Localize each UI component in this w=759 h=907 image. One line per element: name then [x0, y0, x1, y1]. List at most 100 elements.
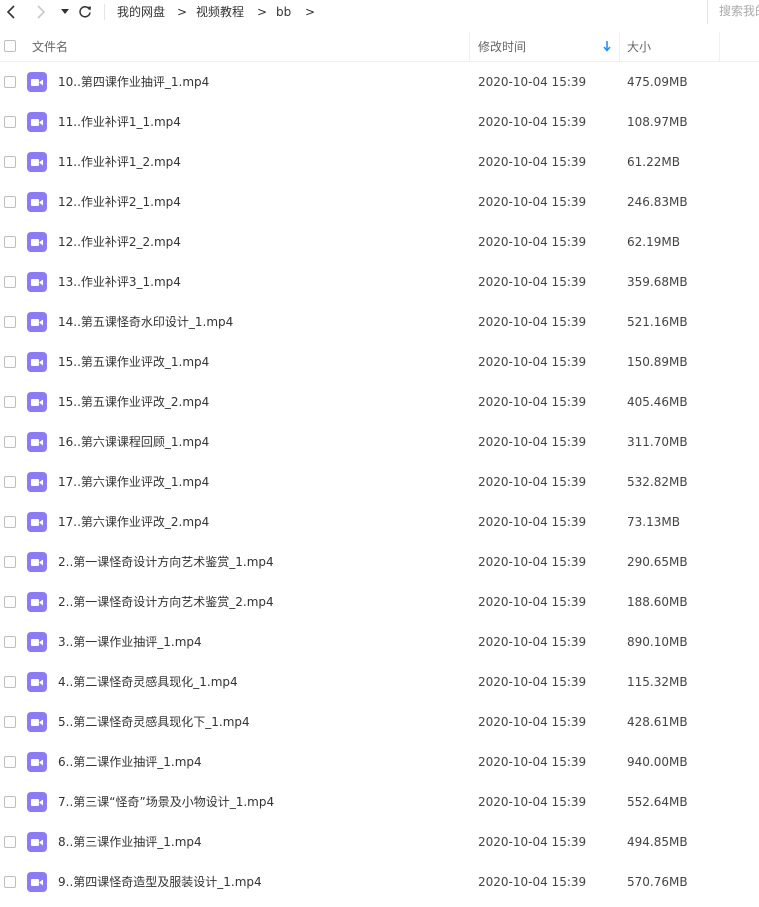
file-row[interactable]: 14..第五课怪奇水印设计_1.mp4 2020-10-04 15:39 521… [0, 302, 759, 342]
row-checkbox[interactable] [4, 396, 16, 408]
file-name[interactable]: 15..第五课作业评改_2.mp4 [58, 394, 209, 410]
row-checkbox[interactable] [4, 196, 16, 208]
file-modified-time: 2020-10-04 15:39 [478, 235, 587, 249]
file-row[interactable]: 9..第四课怪奇造型及服装设计_1.mp4 2020-10-04 15:39 5… [0, 862, 759, 902]
breadcrumb-separator: > [305, 5, 316, 19]
forward-button[interactable] [31, 2, 51, 22]
file-row[interactable]: 12..作业补评2_1.mp4 2020-10-04 15:39 246.83M… [0, 182, 759, 222]
breadcrumb-separator: > [257, 5, 268, 19]
file-modified-time: 2020-10-04 15:39 [478, 475, 587, 489]
file-name[interactable]: 10..第四课作业抽评_1.mp4 [58, 74, 209, 90]
file-name[interactable]: 12..作业补评2_2.mp4 [58, 234, 181, 250]
file-row[interactable]: 3..第一课作业抽评_1.mp4 2020-10-04 15:39 890.10… [0, 622, 759, 662]
row-checkbox[interactable] [4, 156, 16, 168]
file-row[interactable]: 2..第一课怪奇设计方向艺术鉴赏_2.mp4 2020-10-04 15:39 … [0, 582, 759, 622]
file-modified-time: 2020-10-04 15:39 [478, 675, 587, 689]
chevron-left-icon [6, 5, 15, 19]
file-size: 552.64MB [627, 795, 688, 809]
search-box[interactable] [707, 0, 759, 24]
video-file-icon [27, 832, 47, 852]
row-checkbox[interactable] [4, 436, 16, 448]
file-name[interactable]: 12..作业补评2_1.mp4 [58, 194, 181, 210]
file-size: 115.32MB [627, 675, 688, 689]
file-modified-time: 2020-10-04 15:39 [478, 435, 587, 449]
file-row[interactable]: 8..第三课作业抽评_1.mp4 2020-10-04 15:39 494.85… [0, 822, 759, 862]
file-name[interactable]: 2..第一课怪奇设计方向艺术鉴赏_1.mp4 [58, 554, 274, 570]
row-checkbox[interactable] [4, 276, 16, 288]
column-divider [469, 32, 470, 61]
column-header-size[interactable]: 大小 [627, 39, 651, 55]
row-checkbox[interactable] [4, 596, 16, 608]
row-checkbox[interactable] [4, 876, 16, 888]
file-row[interactable]: 12..作业补评2_2.mp4 2020-10-04 15:39 62.19MB [0, 222, 759, 262]
file-row[interactable]: 4..第二课怪奇灵感具现化_1.mp4 2020-10-04 15:39 115… [0, 662, 759, 702]
file-row[interactable]: 15..第五课作业评改_2.mp4 2020-10-04 15:39 405.4… [0, 382, 759, 422]
file-row[interactable]: 15..第五课作业评改_1.mp4 2020-10-04 15:39 150.8… [0, 342, 759, 382]
row-checkbox[interactable] [4, 716, 16, 728]
column-header-modified[interactable]: 修改时间 [478, 39, 526, 55]
row-checkbox[interactable] [4, 116, 16, 128]
file-name[interactable]: 14..第五课怪奇水印设计_1.mp4 [58, 314, 233, 330]
file-name[interactable]: 11..作业补评1_2.mp4 [58, 154, 181, 170]
file-row[interactable]: 7..第三课“怪奇”场景及小物设计_1.mp4 2020-10-04 15:39… [0, 782, 759, 822]
video-file-icon [27, 312, 47, 332]
file-name[interactable]: 17..第六课作业评改_1.mp4 [58, 474, 209, 490]
row-checkbox[interactable] [4, 516, 16, 528]
file-name[interactable]: 7..第三课“怪奇”场景及小物设计_1.mp4 [58, 794, 274, 810]
file-name[interactable]: 17..第六课作业评改_2.mp4 [58, 514, 209, 530]
file-size: 188.60MB [627, 595, 688, 609]
file-row[interactable]: 6..第二课作业抽评_1.mp4 2020-10-04 15:39 940.00… [0, 742, 759, 782]
caret-down-icon [61, 9, 69, 14]
video-file-icon [27, 72, 47, 92]
file-list: 10..第四课作业抽评_1.mp4 2020-10-04 15:39 475.0… [0, 62, 759, 902]
row-checkbox[interactable] [4, 316, 16, 328]
file-size: 475.09MB [627, 75, 688, 89]
file-row[interactable]: 17..第六课作业评改_2.mp4 2020-10-04 15:39 73.13… [0, 502, 759, 542]
file-name[interactable]: 15..第五课作业评改_1.mp4 [58, 354, 209, 370]
row-checkbox[interactable] [4, 676, 16, 688]
file-row[interactable]: 11..作业补评1_2.mp4 2020-10-04 15:39 61.22MB [0, 142, 759, 182]
file-name[interactable]: 6..第二课作业抽评_1.mp4 [58, 754, 202, 770]
column-header-name[interactable]: 文件名 [32, 39, 68, 55]
row-checkbox[interactable] [4, 556, 16, 568]
file-name[interactable]: 8..第三课作业抽评_1.mp4 [58, 834, 202, 850]
file-name[interactable]: 3..第一课作业抽评_1.mp4 [58, 634, 202, 650]
row-checkbox[interactable] [4, 476, 16, 488]
breadcrumb-bb[interactable]: bb [276, 4, 291, 20]
file-name[interactable]: 4..第二课怪奇灵感具现化_1.mp4 [58, 674, 238, 690]
file-row[interactable]: 17..第六课作业评改_1.mp4 2020-10-04 15:39 532.8… [0, 462, 759, 502]
search-input[interactable] [719, 4, 759, 18]
history-dropdown-button[interactable] [55, 2, 75, 22]
file-row[interactable]: 16..第六课课程回顾_1.mp4 2020-10-04 15:39 311.7… [0, 422, 759, 462]
file-name[interactable]: 11..作业补评1_1.mp4 [58, 114, 181, 130]
video-file-icon [27, 712, 47, 732]
file-modified-time: 2020-10-04 15:39 [478, 115, 587, 129]
file-row[interactable]: 5..第二课怪奇灵感具现化下_1.mp4 2020-10-04 15:39 42… [0, 702, 759, 742]
file-modified-time: 2020-10-04 15:39 [478, 595, 587, 609]
file-size: 73.13MB [627, 515, 680, 529]
file-name[interactable]: 5..第二课怪奇灵感具现化下_1.mp4 [58, 714, 250, 730]
row-checkbox[interactable] [4, 76, 16, 88]
file-row[interactable]: 2..第一课怪奇设计方向艺术鉴赏_1.mp4 2020-10-04 15:39 … [0, 542, 759, 582]
breadcrumb-my-drive[interactable]: 我的网盘 [117, 4, 165, 20]
column-divider [719, 32, 720, 61]
file-row[interactable]: 13..作业补评3_1.mp4 2020-10-04 15:39 359.68M… [0, 262, 759, 302]
file-name[interactable]: 2..第一课怪奇设计方向艺术鉴赏_2.mp4 [58, 594, 274, 610]
video-file-icon [27, 112, 47, 132]
row-checkbox[interactable] [4, 836, 16, 848]
select-all-checkbox[interactable] [4, 40, 16, 52]
row-checkbox[interactable] [4, 356, 16, 368]
file-name[interactable]: 9..第四课怪奇造型及服装设计_1.mp4 [58, 874, 262, 890]
refresh-button[interactable] [75, 2, 95, 22]
file-row[interactable]: 11..作业补评1_1.mp4 2020-10-04 15:39 108.97M… [0, 102, 759, 142]
file-modified-time: 2020-10-04 15:39 [478, 195, 587, 209]
back-button[interactable] [1, 2, 21, 22]
row-checkbox[interactable] [4, 796, 16, 808]
row-checkbox[interactable] [4, 236, 16, 248]
row-checkbox[interactable] [4, 756, 16, 768]
file-row[interactable]: 10..第四课作业抽评_1.mp4 2020-10-04 15:39 475.0… [0, 62, 759, 102]
row-checkbox[interactable] [4, 636, 16, 648]
breadcrumb-video-tutorials[interactable]: 视频教程 [196, 4, 244, 20]
file-name[interactable]: 13..作业补评3_1.mp4 [58, 274, 181, 290]
file-name[interactable]: 16..第六课课程回顾_1.mp4 [58, 434, 209, 450]
